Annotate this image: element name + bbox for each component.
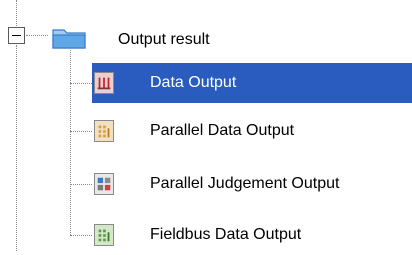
tree-line-child-3 (70, 184, 92, 185)
tree-line-root-trunk-lower (16, 45, 17, 251)
tree-item-data-output[interactable]: Data Output (92, 63, 412, 103)
tree-line-children-trunk (70, 50, 71, 235)
tree-item-parallel-data-output[interactable]: Parallel Data Output (92, 111, 412, 151)
tree-line-root-branch (26, 35, 48, 36)
tree-item-parallel-judgement-output[interactable]: Parallel Judgement Output (92, 164, 412, 204)
output-result-tree: Output result Data Output Parallel Data … (0, 0, 412, 251)
parallel-data-output-icon (94, 120, 114, 142)
tree-item-label: Data Output (150, 74, 237, 91)
parallel-judgement-output-icon (94, 173, 114, 195)
tree-line-root-trunk (16, 0, 17, 26)
tree-item-fieldbus-data-output[interactable]: Fieldbus Data Output (92, 215, 412, 255)
tree-item-label: Parallel Judgement Output (150, 175, 340, 192)
tree-root-label[interactable]: Output result (118, 30, 210, 50)
tree-item-label: Fieldbus Data Output (150, 226, 302, 243)
tree-line-child-2 (70, 131, 92, 132)
tree-line-child-1 (70, 83, 92, 84)
fieldbus-data-output-icon (94, 224, 114, 246)
folder-icon (52, 29, 86, 49)
data-output-icon (94, 72, 114, 94)
tree-item-label: Parallel Data Output (150, 122, 295, 139)
collapse-toggle[interactable] (8, 27, 25, 44)
tree-line-child-4 (70, 235, 92, 236)
